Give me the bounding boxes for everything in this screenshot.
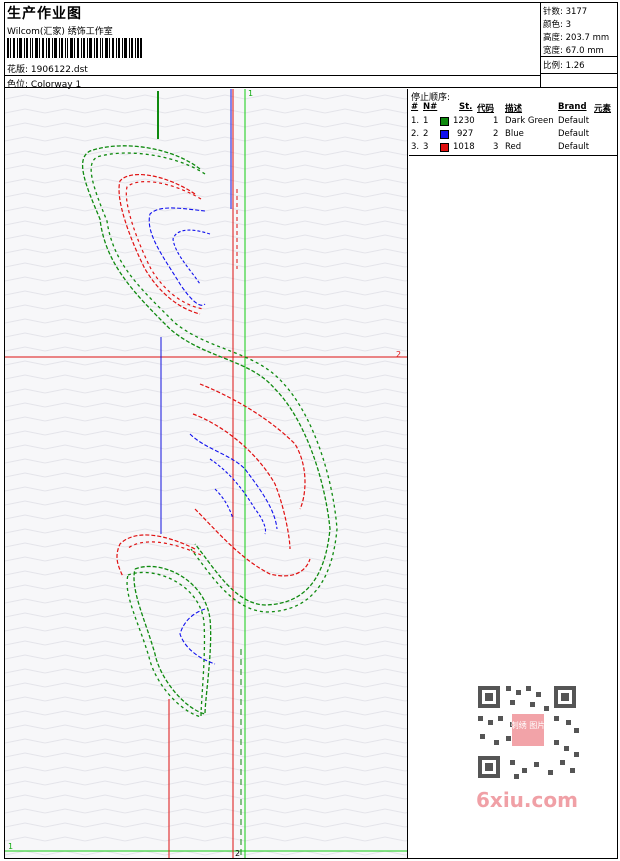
file-name: 1906122.dst [30, 65, 88, 75]
stat-colors: 颜色: 3 [543, 20, 571, 30]
col-brand: Brand [558, 102, 587, 112]
col-n: N# [423, 102, 438, 112]
header-info: 生产作业图 Wilcom(汇家) 绣饰工作室 花版: 1906122.dst 色… [4, 2, 541, 90]
col-element: 元素 [594, 104, 612, 114]
marker-1-top: 1 [248, 89, 253, 98]
file-label: 花版: [7, 65, 29, 75]
sequence-divider [409, 155, 618, 156]
marker-1-bottom: 1 [8, 842, 13, 851]
design-canvas[interactable]: 1 2 1 2 [5, 89, 408, 858]
stats-divider [541, 56, 617, 57]
design-stats: 针数: 3177 颜色: 3 高度: 203.7 mm 宽度: 67.0 mm … [541, 2, 618, 88]
marker-2-right: 2 [396, 350, 401, 359]
color-swatch-red [440, 143, 449, 152]
col-stitches: St. [459, 102, 473, 112]
stat-scale: 比例: 1.26 [543, 61, 585, 71]
stat-stitches: 针数: 3177 [543, 7, 588, 17]
header-divider [4, 75, 540, 76]
table-row[interactable]: 1. 1 1230 1 Dark Green Default [409, 116, 618, 129]
table-row[interactable]: 2. 2 927 2 Blue Default [409, 129, 618, 142]
stats-divider-2 [541, 73, 617, 74]
col-hash: # [411, 102, 419, 112]
marker-2-bottom: 2 [235, 849, 240, 858]
page-title: 生产作业图 [7, 6, 82, 22]
col-description: 描述 [505, 104, 523, 114]
color-swatch-green [440, 117, 449, 126]
stat-height: 高度: 203.7 mm [543, 33, 610, 43]
barcode [7, 38, 142, 58]
col-code: 代码 [477, 104, 495, 114]
table-row[interactable]: 3. 3 1018 3 Red Default [409, 142, 618, 155]
file-row: 花版: 1906122.dst [7, 62, 88, 75]
color-swatch-blue [440, 130, 449, 139]
watermark-logo-text: 6xiu.com [476, 788, 578, 812]
stat-width: 宽度: 67.0 mm [543, 46, 604, 56]
svg-text:刺绣 图片: 刺绣 图片 [511, 720, 546, 730]
company-name: Wilcom(汇家) 绣饰工作室 [7, 27, 113, 37]
embroidery-preview: 1 2 1 2 [5, 89, 407, 858]
